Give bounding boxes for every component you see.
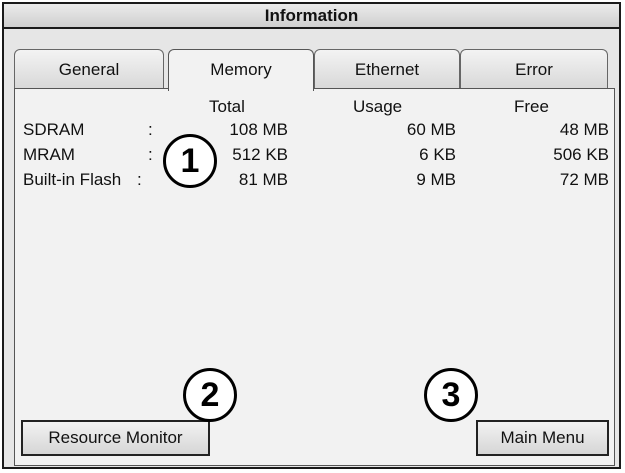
row-sdram-free: 48 MB (559, 120, 609, 139)
row-flash-label: Built-in Flash (23, 170, 122, 189)
header-free: Free (514, 97, 549, 116)
row-sdram-sep: : (148, 120, 153, 139)
tab-general-label: General (58, 60, 120, 79)
callout-3: 3 (424, 368, 478, 422)
tab-memory-label: Memory (210, 60, 272, 79)
main-menu-button[interactable]: Main Menu (476, 420, 609, 456)
information-window: Information General Memory Ethernet Erro… (2, 2, 621, 469)
window-title: Information (4, 4, 619, 29)
row-flash-sep: : (137, 170, 142, 189)
row-mram-usage: 6 KB (419, 145, 456, 164)
row-sdram-label: SDRAM (23, 120, 85, 139)
tab-ethernet[interactable]: Ethernet (314, 49, 460, 89)
header-total: Total (209, 97, 245, 116)
row-mram-label: MRAM (23, 145, 75, 164)
resource-monitor-button[interactable]: Resource Monitor (21, 420, 210, 456)
tab-general[interactable]: General (14, 49, 164, 89)
row-mram-sep: : (148, 145, 153, 164)
callout-1: 1 (163, 134, 217, 188)
tab-error[interactable]: Error (460, 49, 608, 89)
tab-error-label: Error (515, 60, 553, 79)
row-flash-free: 72 MB (559, 170, 609, 189)
tab-ethernet-label: Ethernet (354, 60, 420, 79)
row-sdram-usage: 60 MB (406, 120, 456, 139)
memory-panel: Total Usage Free SDRAM : 108 MB 60 MB 48… (14, 88, 615, 466)
tab-memory[interactable]: Memory (168, 49, 314, 91)
row-mram-free: 506 KB (553, 145, 609, 164)
header-usage: Usage (353, 97, 403, 116)
row-flash-usage: 9 MB (416, 170, 456, 189)
callout-2: 2 (183, 368, 237, 422)
